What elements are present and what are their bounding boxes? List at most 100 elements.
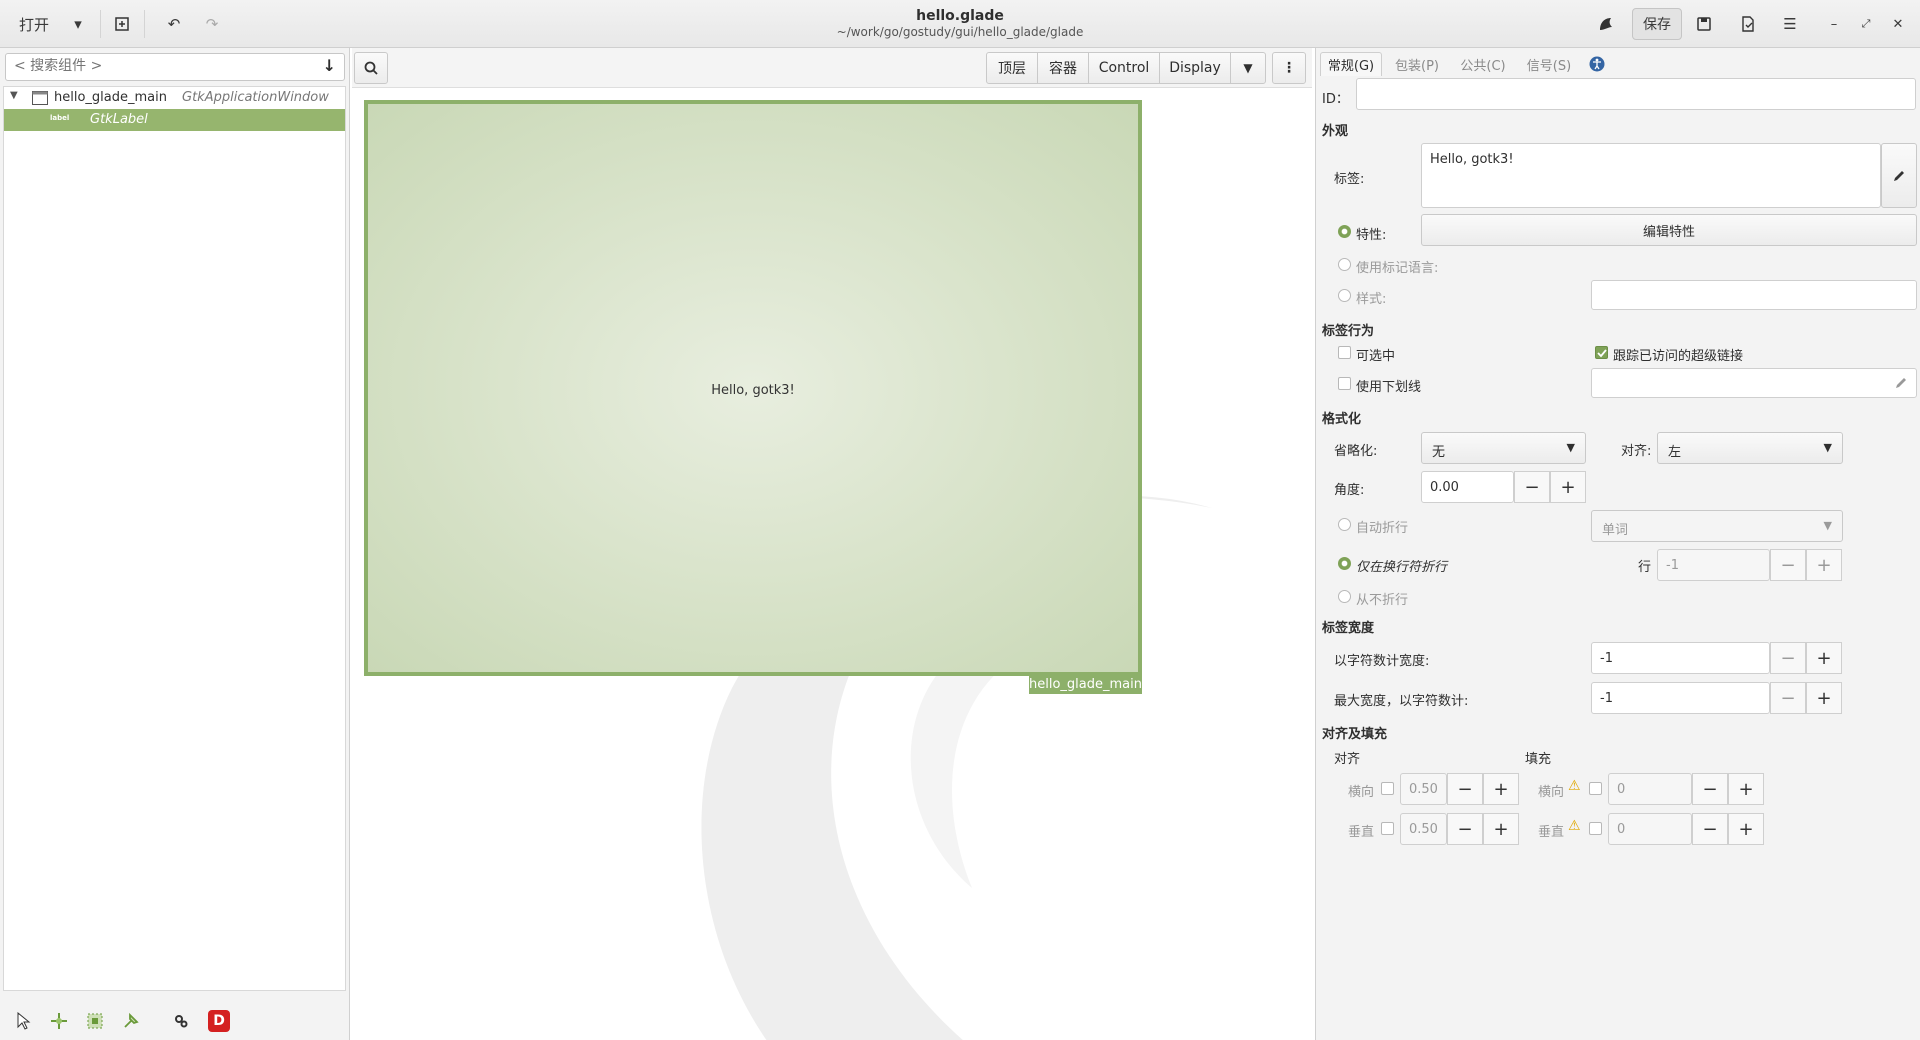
wrap-mode-value: 单词 xyxy=(1602,523,1629,538)
chevron-down-icon: ▼ xyxy=(1243,61,1253,75)
canvas-label-text[interactable]: Hello, gotk3! xyxy=(368,383,1138,398)
wrap-mode-select[interactable]: 单词 ▼ xyxy=(1591,510,1843,542)
justify-select[interactable]: 左 ▼ xyxy=(1657,432,1843,464)
main-menu-button[interactable]: ☰ xyxy=(1774,8,1806,40)
extra-tool[interactable] xyxy=(170,1010,192,1032)
align-header: 对齐 xyxy=(1334,752,1361,767)
use-markup-radio[interactable] xyxy=(1338,258,1351,271)
tab-packing[interactable]: 包装(P) xyxy=(1386,52,1448,76)
tree-row[interactable]: ▼ hello_glade_main GtkApplicationWindow xyxy=(4,87,345,109)
use-underline-checkbox[interactable] xyxy=(1338,377,1351,390)
alignment-edit-tool[interactable] xyxy=(120,1010,142,1032)
save-button[interactable]: 保存 xyxy=(1632,8,1682,40)
selectable-checkbox[interactable] xyxy=(1338,346,1351,359)
search-widgets-box[interactable]: ↓ xyxy=(5,53,345,81)
ypad-checkbox[interactable] xyxy=(1589,822,1602,835)
plus-icon: + xyxy=(1738,818,1754,840)
tab-general[interactable]: 常规(G) xyxy=(1320,52,1382,76)
yalign-increment[interactable]: + xyxy=(1483,813,1519,845)
properties-button[interactable] xyxy=(1732,8,1764,40)
tab-accessibility[interactable] xyxy=(1584,52,1610,76)
margin-edit-tool[interactable] xyxy=(84,1010,106,1032)
edit-attributes-button[interactable]: 编辑特性 xyxy=(1421,214,1917,246)
minus-icon: − xyxy=(1457,818,1473,840)
ypad-field[interactable]: 0 xyxy=(1608,813,1692,845)
minimize-button[interactable]: – xyxy=(1820,8,1848,40)
xalign-field[interactable]: 0.50 xyxy=(1400,773,1447,805)
maximize-button[interactable]: ⤢ xyxy=(1852,8,1880,40)
tab-common[interactable]: 公共(C) xyxy=(1452,52,1514,76)
window-name-tag: hello_glade_main xyxy=(1029,674,1142,694)
ellipsize-select[interactable]: 无 ▼ xyxy=(1421,432,1586,464)
pencil-icon xyxy=(1894,170,1904,181)
tree-item-name: hello_glade_main xyxy=(54,90,167,105)
max-width-decrement[interactable]: − xyxy=(1770,682,1806,714)
save-as-button[interactable] xyxy=(1688,8,1720,40)
ypad-increment[interactable]: + xyxy=(1728,813,1764,845)
width-chars-decrement[interactable]: − xyxy=(1770,642,1806,674)
palette-control[interactable]: Control xyxy=(1088,52,1160,84)
edit-mode-toolbar: D xyxy=(0,1000,350,1040)
style-radio[interactable] xyxy=(1338,289,1351,302)
devhelp-button[interactable]: D xyxy=(208,1010,230,1032)
palette-display[interactable]: Display xyxy=(1159,52,1231,84)
lines-field[interactable]: -1 xyxy=(1657,549,1770,581)
close-button[interactable]: ✕ xyxy=(1884,8,1912,40)
xpad-checkbox[interactable] xyxy=(1589,782,1602,795)
id-field[interactable] xyxy=(1356,78,1916,110)
xalign-checkbox[interactable] xyxy=(1381,782,1394,795)
arrow-down-icon[interactable]: ↓ xyxy=(323,56,336,75)
xalign-decrement[interactable]: − xyxy=(1447,773,1483,805)
glade-logo-icon xyxy=(1600,18,1612,30)
auto-wrap-radio[interactable] xyxy=(1338,518,1351,531)
yalign-decrement[interactable]: − xyxy=(1447,813,1483,845)
chevron-down-icon: ▼ xyxy=(1823,519,1832,532)
selector-tool[interactable] xyxy=(12,1010,34,1032)
palette-search-button[interactable] xyxy=(354,52,388,84)
inspector-button[interactable] xyxy=(1590,8,1622,40)
yalign-field[interactable]: 0.50 xyxy=(1400,813,1447,845)
xpad-decrement[interactable]: − xyxy=(1692,773,1728,805)
palette-containers[interactable]: 容器 xyxy=(1037,52,1089,84)
max-width-increment[interactable]: + xyxy=(1806,682,1842,714)
tab-signals[interactable]: 信号(S) xyxy=(1518,52,1580,76)
lines-label: 行 xyxy=(1638,560,1652,575)
label-behavior-section: 标签行为 xyxy=(1322,324,1375,339)
drag-resize-tool[interactable] xyxy=(48,1010,70,1032)
max-width-field[interactable]: -1 xyxy=(1591,682,1770,714)
attributes-radio[interactable] xyxy=(1338,225,1351,238)
ellipsize-label: 省略化: xyxy=(1334,444,1378,459)
expander-icon[interactable]: ▼ xyxy=(10,90,18,101)
track-visited-checkbox[interactable] xyxy=(1595,346,1608,359)
palette-toplevels[interactable]: 顶层 xyxy=(986,52,1038,84)
edit-label-button[interactable] xyxy=(1881,143,1917,208)
lines-increment[interactable]: + xyxy=(1806,549,1842,581)
angle-field[interactable]: 0.00 xyxy=(1421,471,1514,503)
label-widget-icon: label xyxy=(50,114,70,122)
plus-icon: + xyxy=(1560,476,1576,498)
width-chars-field[interactable]: -1 xyxy=(1591,642,1770,674)
style-field[interactable] xyxy=(1591,280,1917,310)
move-icon xyxy=(51,1013,67,1029)
xalign-increment[interactable]: + xyxy=(1483,773,1519,805)
design-window[interactable]: Hello, gotk3! xyxy=(364,100,1142,676)
label-text-field[interactable]: Hello, gotk3! xyxy=(1421,143,1881,208)
xpad-field[interactable]: 0 xyxy=(1608,773,1692,805)
search-input[interactable] xyxy=(14,58,314,74)
wrap-newline-label: 仅在换行符折行 xyxy=(1356,560,1448,575)
palette-menu-button[interactable]: ⋮ xyxy=(1272,52,1306,84)
yalign-checkbox[interactable] xyxy=(1381,822,1394,835)
palette-more-dropdown[interactable]: ▼ xyxy=(1230,52,1266,84)
xpad-increment[interactable]: + xyxy=(1728,773,1764,805)
width-chars-increment[interactable]: + xyxy=(1806,642,1842,674)
lines-decrement[interactable]: − xyxy=(1770,549,1806,581)
mnemonic-widget-field[interactable] xyxy=(1591,368,1917,398)
tree-row-selected[interactable]: label GtkLabel xyxy=(4,109,345,131)
never-wrap-radio[interactable] xyxy=(1338,590,1351,603)
angle-increment[interactable]: + xyxy=(1550,471,1586,503)
angle-decrement[interactable]: − xyxy=(1514,471,1550,503)
chevron-down-icon: ▼ xyxy=(1823,441,1832,454)
design-canvas[interactable]: Hello, gotk3! hello_glade_main xyxy=(352,88,1312,1040)
wrap-newline-radio[interactable] xyxy=(1338,557,1351,570)
ypad-decrement[interactable]: − xyxy=(1692,813,1728,845)
